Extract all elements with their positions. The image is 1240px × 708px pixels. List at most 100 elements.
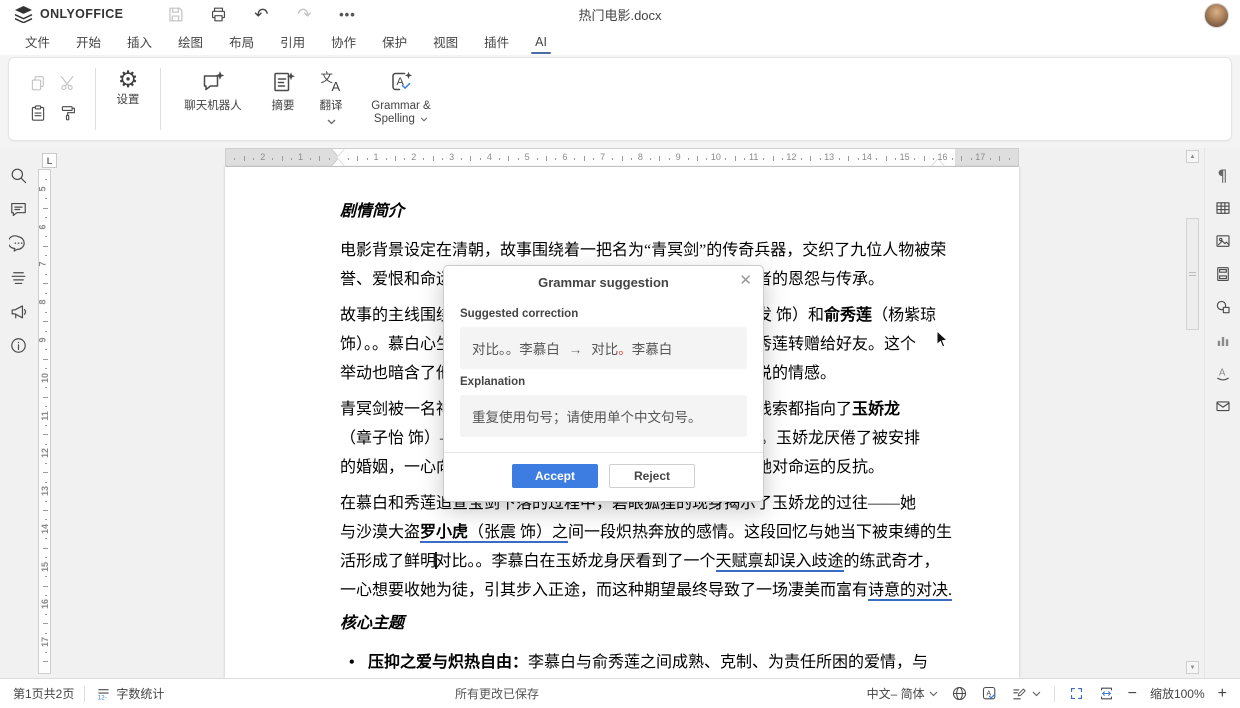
copy-button[interactable] <box>28 73 48 93</box>
suggested-correction-label: Suggested correction <box>460 308 747 320</box>
v-ruler-number: 16 <box>40 599 50 609</box>
tab-绘图[interactable]: 绘图 <box>178 28 203 55</box>
chart-settings-button[interactable] <box>1211 329 1235 351</box>
h-ruler-number: 8 <box>638 152 643 162</box>
print-button[interactable] <box>208 4 228 24</box>
sidebar-feedback-button[interactable] <box>7 300 31 322</box>
fit-width-icon <box>1098 685 1115 702</box>
tab-文件[interactable]: 文件 <box>25 28 50 55</box>
menu-bar: 文件开始插入绘图布局引用协作保护视图插件AI 编辑 <box>0 28 1240 55</box>
spellcheck-button[interactable]: A <box>981 685 998 702</box>
ai-settings-button[interactable]: ⚙ 设置 <box>102 58 154 140</box>
image-settings-button[interactable] <box>1211 230 1235 252</box>
v-ruler-number: 17 <box>40 637 50 647</box>
text-art-settings-button[interactable]: A <box>1211 362 1235 384</box>
track-changes-icon <box>1011 685 1028 702</box>
tab-开始[interactable]: 开始 <box>76 28 101 55</box>
h-ruler[interactable]: 211234567891011121314151617 <box>225 148 1019 167</box>
status-bar: 第1页共2页 12- 字数统计 所有更改已保存 中文– 简体 A <box>0 678 1240 708</box>
sidebar-search-button[interactable] <box>7 164 31 186</box>
sidebar-about-button[interactable] <box>7 334 31 356</box>
sidebar-chat-button[interactable] <box>7 232 31 254</box>
svg-text:A: A <box>986 689 991 697</box>
tab-协作[interactable]: 协作 <box>331 28 356 55</box>
v-ruler-number: 14 <box>40 524 50 534</box>
document-language-button[interactable] <box>951 685 968 702</box>
v-ruler-number: 5 <box>38 186 48 191</box>
tab-保护[interactable]: 保护 <box>382 28 407 55</box>
word-count-button[interactable]: 12- 字数统计 <box>95 685 164 702</box>
zoom-out-button[interactable]: − <box>1128 686 1137 702</box>
cut-button[interactable] <box>58 73 78 93</box>
fit-page-button[interactable] <box>1068 685 1085 702</box>
tab-插入[interactable]: 插入 <box>127 28 152 55</box>
save-button[interactable] <box>165 4 185 24</box>
h-ruler-number: 11 <box>749 152 758 162</box>
language-selector[interactable]: 中文– 简体 <box>867 685 938 702</box>
accept-button[interactable]: Accept <box>512 464 598 488</box>
h-ruler-number: 9 <box>676 152 681 162</box>
mail-merge-button[interactable] <box>1211 395 1235 417</box>
correction-arrow: → <box>569 342 583 357</box>
language-label: 中文– 简体 <box>867 685 925 702</box>
fit-width-button[interactable] <box>1098 685 1115 702</box>
sidebar-comments-button[interactable] <box>7 198 31 220</box>
onlyoffice-window: ONLYOFFICE ↶ ↷ ••• 热门电影.docx 文件开始插入绘图布局引… <box>0 0 1240 708</box>
v-ruler-number: 7 <box>38 262 48 267</box>
chatbot-button[interactable]: 聊天机器人 <box>167 58 259 140</box>
grammar-suggestion-dialog: Grammar suggestion ✕ Suggested correctio… <box>443 265 764 502</box>
user-avatar[interactable] <box>1204 3 1229 28</box>
paste-button[interactable] <box>28 103 48 123</box>
h-ruler-number: 17 <box>975 152 985 162</box>
document-workspace: L 211234567891011121314151617 5678910111… <box>0 148 1240 678</box>
hanging-indent-marker[interactable] <box>332 159 344 166</box>
tab-AI[interactable]: AI <box>535 28 547 55</box>
tab-插件[interactable]: 插件 <box>484 28 509 55</box>
v-ruler-number: 11 <box>40 411 50 421</box>
page-indicator[interactable]: 第1页共2页 <box>13 685 74 702</box>
chevron-down-icon <box>327 119 336 125</box>
scrollbar-thumb[interactable] <box>1186 218 1199 330</box>
tab-布局[interactable]: 布局 <box>229 28 254 55</box>
first-line-indent-marker[interactable] <box>332 149 344 156</box>
translate-label: 翻译 <box>320 100 343 113</box>
redo-button[interactable]: ↷ <box>294 4 314 24</box>
zoom-level[interactable]: 缩放100% <box>1150 685 1205 702</box>
tab-视图[interactable]: 视图 <box>433 28 458 55</box>
grammar-spelling-button[interactable]: A Grammar & Spelling <box>355 58 447 140</box>
scroll-down-button[interactable]: ▼ <box>1186 661 1199 674</box>
svg-text:A: A <box>331 79 340 94</box>
summarize-button[interactable]: 摘要 <box>259 58 307 140</box>
h-ruler-number: 10 <box>711 152 721 162</box>
tab-引用[interactable]: 引用 <box>280 28 305 55</box>
zoom-in-button[interactable]: + <box>1218 686 1227 702</box>
track-changes-button[interactable] <box>1011 685 1041 702</box>
v-ruler-number: 6 <box>38 224 48 229</box>
header-footer-settings-button[interactable] <box>1211 263 1235 285</box>
tab-stop-selector[interactable]: L <box>42 153 57 168</box>
h-ruler-number: 1 <box>374 152 379 162</box>
toolbar-divider <box>160 68 161 130</box>
more-actions-button[interactable]: ••• <box>337 4 357 24</box>
table-settings-button[interactable] <box>1211 197 1235 219</box>
paragraph-settings-button[interactable]: ¶ <box>1211 164 1235 186</box>
vertical-scrollbar[interactable]: ▲ ▼ <box>1186 148 1200 678</box>
word-count-label: 字数统计 <box>116 685 164 702</box>
undo-button[interactable]: ↶ <box>251 4 271 24</box>
suggested-correction-box: 对比。。李慕白→对比。李慕白 <box>460 327 747 369</box>
h-ruler-number: 2 <box>411 152 416 162</box>
format-painter-button[interactable] <box>58 103 78 123</box>
sidebar-navigation-button[interactable] <box>7 266 31 288</box>
translate-button[interactable]: 文 A 翻译 <box>307 58 355 140</box>
scroll-up-button[interactable]: ▲ <box>1186 150 1199 163</box>
spellcheck-icon: A <box>981 685 998 702</box>
gear-icon: ⚙ <box>118 69 139 89</box>
reject-button[interactable]: Reject <box>609 464 695 488</box>
v-ruler[interactable]: 567891011121314151617 <box>38 169 51 674</box>
h-ruler-number: 16 <box>937 152 947 162</box>
summarize-label: 摘要 <box>272 100 295 113</box>
close-icon[interactable]: ✕ <box>739 273 752 288</box>
shape-settings-button[interactable] <box>1211 296 1235 318</box>
fit-page-icon <box>1068 685 1085 702</box>
chatbot-icon <box>200 69 227 95</box>
